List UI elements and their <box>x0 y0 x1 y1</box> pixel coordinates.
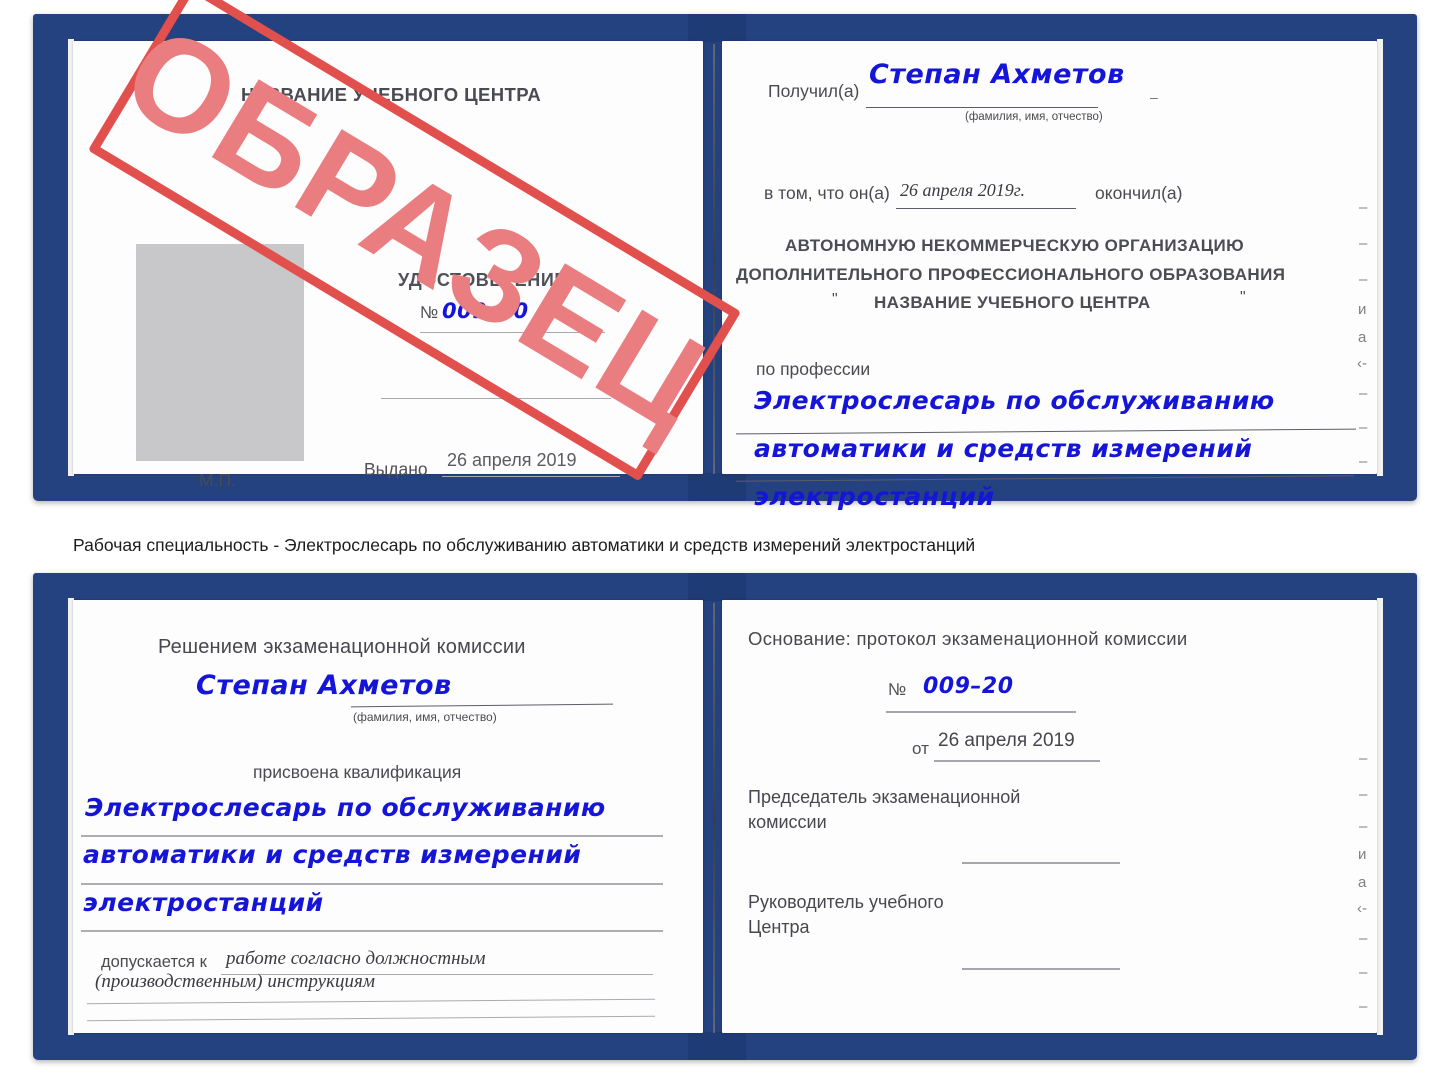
edge-fragment-7: – <box>1359 385 1368 402</box>
profession-label: по профессии <box>756 359 871 379</box>
protocol-date-label: от <box>912 739 929 758</box>
edge-fragment-b4: и <box>1358 846 1367 863</box>
head-signature-line <box>962 968 1120 970</box>
recipient-name: Степан Ахметов <box>869 59 1125 90</box>
issued-label: Выдано <box>364 459 428 479</box>
chairman-line-1: Председатель экзаменационной <box>748 787 1021 807</box>
certificate-bottom-left-page: Решением экзаменационной комиссии Степан… <box>73 600 703 1033</box>
profession-underline-2 <box>736 475 1354 482</box>
certificate-bottom-cover: Решением экзаменационной комиссии Степан… <box>33 573 1417 1060</box>
protocol-number-symbol: № <box>888 680 907 699</box>
head-line-2: Центра <box>748 917 810 937</box>
edge-fragment-2: – <box>1359 235 1368 252</box>
protocol-number-underline <box>886 711 1076 713</box>
spine-tab-bottom-2 <box>688 1032 746 1060</box>
that-he-label: в том, что он(а) <box>764 183 890 203</box>
basis-label: Основание: протокол экзаменационной коми… <box>748 628 1188 649</box>
photo-placeholder <box>136 244 304 461</box>
profession-line-3: электростанций <box>754 482 995 511</box>
chairman-signature-line <box>962 862 1120 864</box>
edge-fragment-b9: – <box>1359 998 1368 1015</box>
qualification-line-3: электростанций <box>83 888 324 917</box>
graduate-name-underline <box>351 703 613 708</box>
certificate-top-left-page: НАЗВАНИЕ УЧЕБНОГО ЦЕНТРА УДОСТОВЕРЕНИЕ №… <box>73 41 703 490</box>
edge-fragment-5: а <box>1358 329 1367 346</box>
edge-fragment-4: и <box>1358 301 1367 318</box>
edge-fragment-9: – <box>1359 453 1368 470</box>
number-underline <box>420 332 605 333</box>
spine-tab-top-2 <box>688 573 746 601</box>
received-label: Получил(а) <box>768 81 860 101</box>
edge-fragment-b8: – <box>1359 964 1368 981</box>
org-line-2: ДОПОЛНИТЕЛЬНОГО ПРОФЕССИОНАЛЬНОГО ОБРАЗО… <box>736 265 1286 284</box>
org-quote-open: " <box>832 291 838 308</box>
spine-tab-bottom <box>688 473 746 501</box>
issued-underline <box>442 476 620 477</box>
head-line-1: Руководитель учебного <box>748 892 944 912</box>
admitted-underline-2 <box>87 998 655 1005</box>
edge-fragment-b2: – <box>1359 786 1368 803</box>
recipient-underline <box>866 107 1098 108</box>
graduate-name: Степан Ахметов <box>196 670 452 701</box>
certificate-bottom-right-page: Основание: протокол экзаменационной коми… <box>722 600 1377 1033</box>
protocol-date-value: 26 апреля 2019 <box>938 730 1075 751</box>
qualification-label: присвоена квалификация <box>253 762 462 782</box>
edge-fragment-6: ‹- <box>1357 355 1367 372</box>
doc-title: УДОСТОВЕРЕНИЕ <box>398 270 567 290</box>
blank-rule-1 <box>381 398 611 399</box>
org-quote-close: " <box>1240 289 1246 306</box>
qualification-line-2: автоматики и средств измерений <box>83 840 582 869</box>
admitted-line-1: работе согласно должностным <box>226 948 486 969</box>
certificate-spine-line <box>713 44 715 474</box>
protocol-date-underline <box>934 760 1100 762</box>
decision-title: Решением экзаменационной комиссии <box>158 636 526 658</box>
page-stack-edge-right-2 <box>1377 598 1383 1035</box>
spine-tab-top <box>688 14 746 42</box>
finish-date-underline <box>896 208 1076 209</box>
qualification-underline-3 <box>81 930 663 932</box>
certificate-top-cover: НАЗВАНИЕ УЧЕБНОГО ЦЕНТРА УДОСТОВЕРЕНИЕ №… <box>33 0 1417 511</box>
edge-fragment-3: – <box>1359 271 1368 288</box>
edge-fragment-b3: – <box>1359 818 1368 835</box>
page-stack-edge-right <box>1377 39 1383 476</box>
fio-hint-2: (фамилия, имя, отчество) <box>353 710 497 724</box>
edge-fragment-1: – <box>1359 199 1368 216</box>
admitted-label: допускается к <box>101 953 207 971</box>
training-center-name-heading: НАЗВАНИЕ УЧЕБНОГО ЦЕНТРА <box>241 84 542 105</box>
edge-fragment-b5: а <box>1358 874 1367 891</box>
certificate-spine-line-2 <box>713 603 715 1033</box>
finish-date: 26 апреля 2019г. <box>900 180 1026 200</box>
page-caption: Рабочая специальность - Электрослесарь п… <box>73 535 976 555</box>
edge-fragment-b7: – <box>1359 930 1368 947</box>
qualification-line-1: Электрослесарь по обслуживанию <box>85 793 606 822</box>
graduated-label: окончил(а) <box>1095 183 1183 203</box>
certificate-number: 009–20 <box>442 299 529 323</box>
qualification-underline-1 <box>81 835 663 837</box>
issued-date: 26 апреля 2019 <box>447 450 577 470</box>
org-line-3: НАЗВАНИЕ УЧЕБНОГО ЦЕНТРА <box>874 293 1151 312</box>
edge-dash-near-name: – <box>1150 89 1158 105</box>
edge-fragment-b1: – <box>1359 750 1368 767</box>
admitted-underline-3 <box>87 1015 655 1022</box>
certificate-top-right-page: Получил(а) Степан Ахметов (фамилия, имя,… <box>722 41 1377 511</box>
profession-line-2: автоматики и средств измерений <box>754 434 1253 463</box>
stamp-place-label: М.П. <box>199 470 236 490</box>
edge-fragment-8: – <box>1359 419 1368 436</box>
number-symbol: № <box>420 303 439 322</box>
chairman-line-2: комиссии <box>748 812 827 832</box>
org-line-1: АВТОНОМНУЮ НЕКОММЕРЧЕСКУЮ ОРГАНИЗАЦИЮ <box>785 236 1245 255</box>
qualification-underline-2 <box>81 883 663 885</box>
edge-fragment-b6: ‹- <box>1357 900 1367 917</box>
admitted-line-2: (производственным) инструкциям <box>95 971 375 992</box>
fio-hint: (фамилия, имя, отчество) <box>965 111 1103 123</box>
protocol-number: 009–20 <box>923 674 1014 699</box>
profession-line-1: Электрослесарь по обслуживанию <box>754 386 1275 415</box>
